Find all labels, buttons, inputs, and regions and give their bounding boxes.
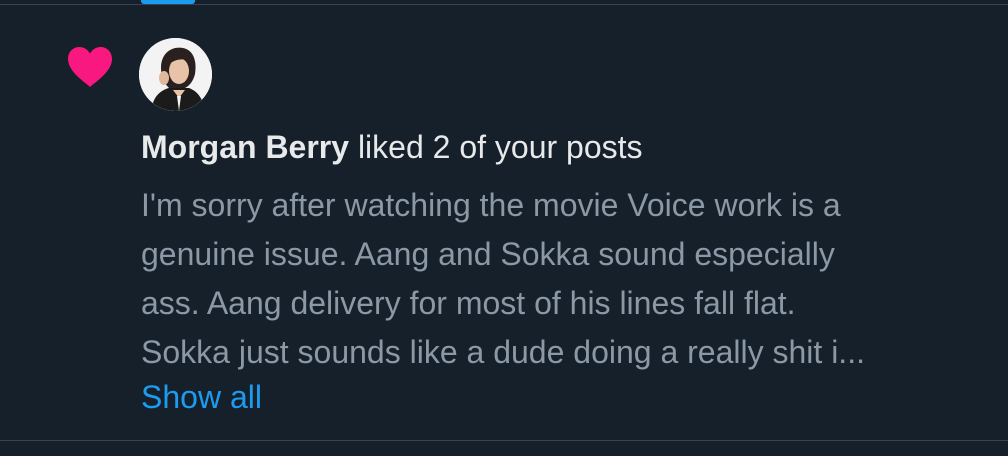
avatar-image — [139, 38, 212, 111]
notification-headline: Morgan Berry liked 2 of your posts — [141, 125, 643, 169]
post-line: Sokka just sounds like a dude doing a re… — [141, 334, 865, 370]
heart-icon — [68, 47, 112, 87]
post-preview[interactable]: I'm sorry after watching the movie Voice… — [141, 181, 971, 377]
bottom-divider — [0, 440, 1008, 441]
post-line: ass. Aang delivery for most of his lines… — [141, 285, 796, 321]
like-notification[interactable]: Morgan Berry liked 2 of your posts I'm s… — [0, 5, 1008, 440]
post-line: I'm sorry after watching the movie Voice… — [141, 187, 841, 223]
user-name[interactable]: Morgan Berry — [141, 129, 349, 165]
show-all-link[interactable]: Show all — [141, 375, 262, 419]
action-text: liked 2 of your posts — [357, 129, 643, 165]
avatar[interactable] — [139, 38, 212, 111]
post-line: genuine issue. Aang and Sokka sound espe… — [141, 236, 835, 272]
